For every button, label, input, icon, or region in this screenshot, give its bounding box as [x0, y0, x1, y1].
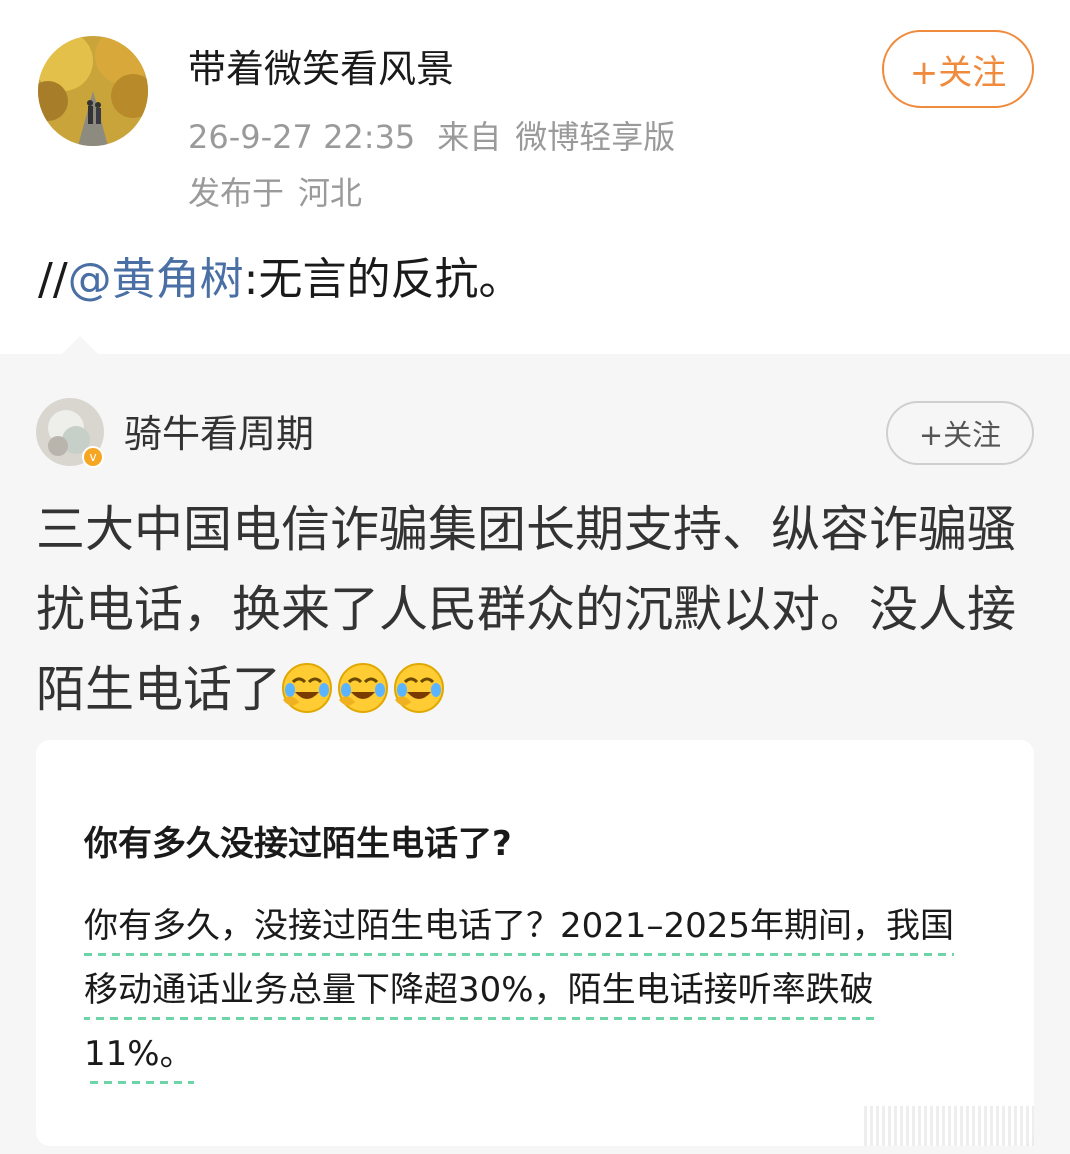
post-meta: 26-9-27 22:35 来自 微博轻享版 — [188, 116, 697, 158]
post-location-line: 发布于 河北 — [188, 172, 376, 214]
verified-badge-icon: v — [82, 446, 104, 468]
weibo-post: 带着微笑看风景 26-9-27 22:35 来自 微博轻享版 发布于 河北 +关注 /… — [0, 0, 1070, 1154]
article-card[interactable]: 你有多久没接过陌生电话了? 你有多久，没接过陌生电话了？2021–2025年期间… — [36, 740, 1034, 1146]
quoted-body: 三大中国电信诈骗集团长期支持、纵容诈骗骚扰电话，换来了人民群众的沉默以对。没人接… — [36, 501, 1017, 718]
card-corner-decoration — [864, 1106, 1034, 1146]
follow-button[interactable]: +关注 — [882, 30, 1034, 108]
laugh-cry-emoji — [338, 663, 389, 713]
quoted-follow-button[interactable]: +关注 — [886, 401, 1034, 465]
laugh-cry-emoji — [394, 663, 445, 713]
quoted-author-name[interactable]: 骑牛看周期 — [124, 410, 314, 458]
post-source[interactable]: 微博轻享版 — [515, 118, 675, 156]
repost-text: //@黄角树:无言的反抗。 — [38, 250, 522, 310]
article-body: 你有多久，没接过陌生电话了？2021–2025年期间，我国移动通话业务总量下降超… — [84, 894, 984, 1086]
location-prefix: 发布于 — [188, 174, 285, 212]
post-timestamp: 26-9-27 22:35 — [188, 118, 416, 156]
post-location: 河北 — [298, 174, 363, 212]
repost-body: :无言的反抗。 — [243, 254, 523, 305]
emoji-row — [281, 661, 449, 718]
article-body-text: 你有多久，没接过陌生电话了？2021–2025年期间，我国移动通话业务总量下降超… — [84, 906, 955, 1084]
author-name[interactable]: 带着微笑看风景 — [188, 44, 454, 94]
repost-mention-link[interactable]: @黄角树 — [68, 254, 244, 305]
quoted-text: 三大中国电信诈骗集团长期支持、纵容诈骗骚扰电话，换来了人民群众的沉默以对。没人接… — [36, 490, 1046, 730]
source-prefix: 来自 — [437, 118, 502, 156]
repost-prefix: // — [38, 254, 68, 305]
article-title: 你有多久没接过陌生电话了? — [84, 824, 512, 864]
autumn-landscape-avatar-image — [38, 36, 148, 146]
quote-pointer — [62, 336, 98, 354]
author-avatar[interactable] — [38, 36, 148, 146]
laugh-cry-emoji — [282, 663, 333, 713]
